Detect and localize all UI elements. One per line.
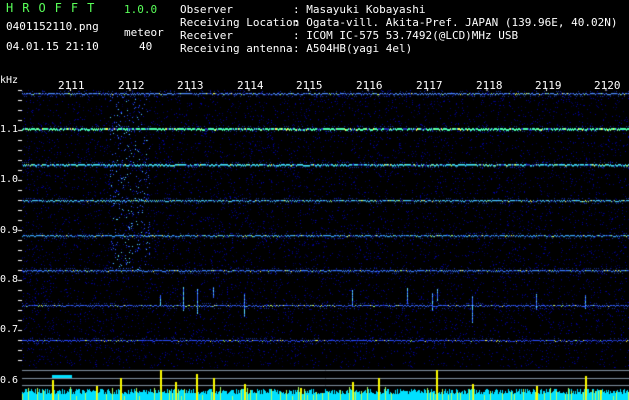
info-value-antenna: : A504HB(yagi 4el)	[293, 42, 413, 55]
info-label-observer: Observer	[180, 3, 233, 16]
x-tick-2116: 2116	[356, 79, 383, 92]
info-label-receiver: Receiver	[180, 29, 233, 42]
info-value-observer: : Masayuki Kobayashi	[293, 3, 426, 16]
y-tick-1.0: 1.0	[0, 174, 19, 185]
x-tick-2118: 2118	[476, 79, 503, 92]
x-tick-2114: 2114	[237, 79, 264, 92]
x-tick-2120: 2120	[594, 79, 621, 92]
spectrogram-canvas	[0, 0, 629, 400]
datetime: 04.01.15 21:10	[6, 40, 99, 53]
app-brand: HROFFT	[6, 1, 104, 15]
y-axis-unit: kHz	[0, 75, 19, 86]
x-tick-2112: 2112	[118, 79, 145, 92]
info-value-receiver: : ICOM IC-575 53.7492(@LCD)MHz USB	[293, 29, 519, 42]
app-version: 1.0.0	[124, 3, 158, 16]
y-tick-1.1: 1.1	[0, 124, 19, 135]
y-tick-0.9: 0.9	[0, 225, 19, 236]
info-label-antenna: Receiving antenna	[180, 42, 293, 55]
x-tick-2117: 2117	[416, 79, 443, 92]
x-tick-2111: 2111	[58, 79, 85, 92]
info-label-location: Receiving Location	[180, 16, 300, 29]
y-tick-0.8: 0.8	[0, 274, 19, 285]
info-value-location: : Ogata-vill. Akita-Pref. JAPAN (139.96E…	[293, 16, 618, 29]
meteor-count: 40	[139, 40, 153, 53]
filename: 0401152110.png	[6, 20, 99, 33]
x-tick-2113: 2113	[177, 79, 204, 92]
x-tick-2115: 2115	[296, 79, 323, 92]
y-tick-0.6: 0.6	[0, 375, 19, 386]
x-tick-2119: 2119	[535, 79, 562, 92]
y-tick-0.7: 0.7	[0, 324, 19, 335]
meteor-label: meteor	[124, 26, 164, 39]
